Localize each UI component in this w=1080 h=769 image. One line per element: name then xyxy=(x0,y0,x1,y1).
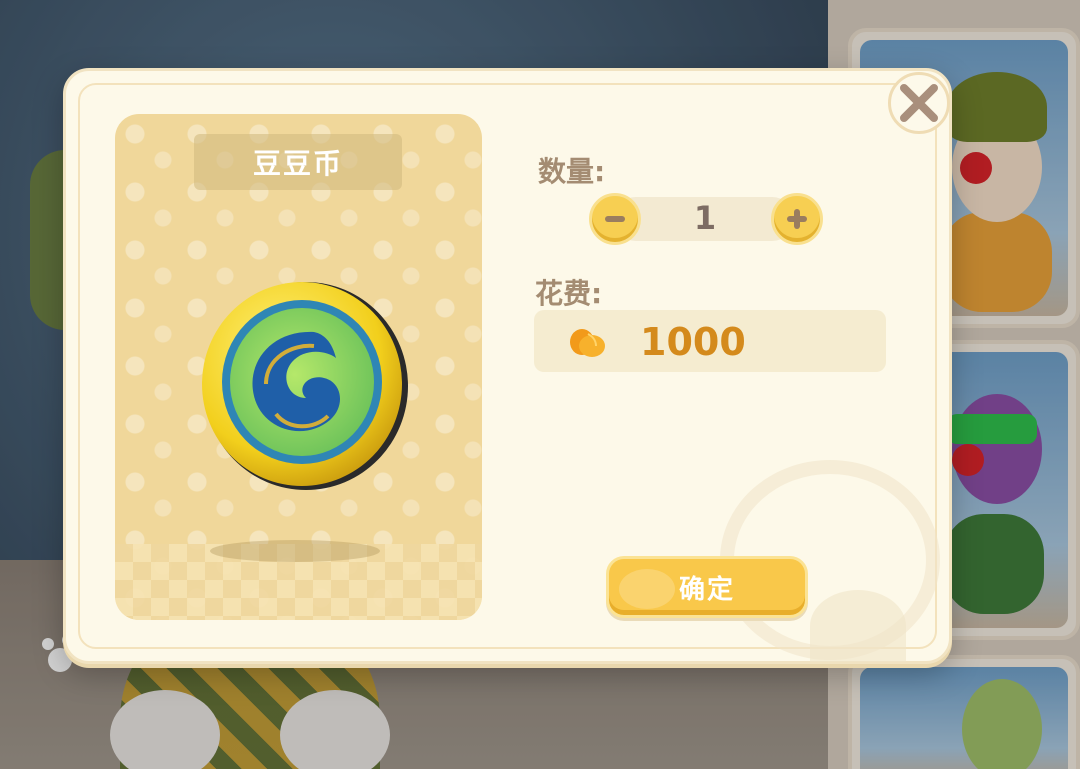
quantity-label: 数量: xyxy=(538,155,606,188)
decrease-quantity-button[interactable] xyxy=(589,193,641,245)
cost-label: 花费: xyxy=(535,277,603,310)
confirm-button[interactable]: 确定 xyxy=(606,556,808,618)
doudou-coin-icon xyxy=(202,282,408,490)
cost-value: 1000 xyxy=(640,320,746,364)
decorative-shape xyxy=(810,590,906,662)
coin-shadow xyxy=(210,540,380,562)
minus-icon xyxy=(605,216,625,222)
increase-quantity-button[interactable] xyxy=(771,193,823,245)
item-name: 豆豆币 xyxy=(194,134,402,190)
close-icon xyxy=(900,84,938,122)
confirm-button-label: 确定 xyxy=(678,574,735,605)
orange-currency-icon xyxy=(570,329,605,357)
close-button[interactable] xyxy=(888,72,950,134)
quantity-value: 1 xyxy=(693,199,717,237)
plus-icon xyxy=(787,209,807,229)
